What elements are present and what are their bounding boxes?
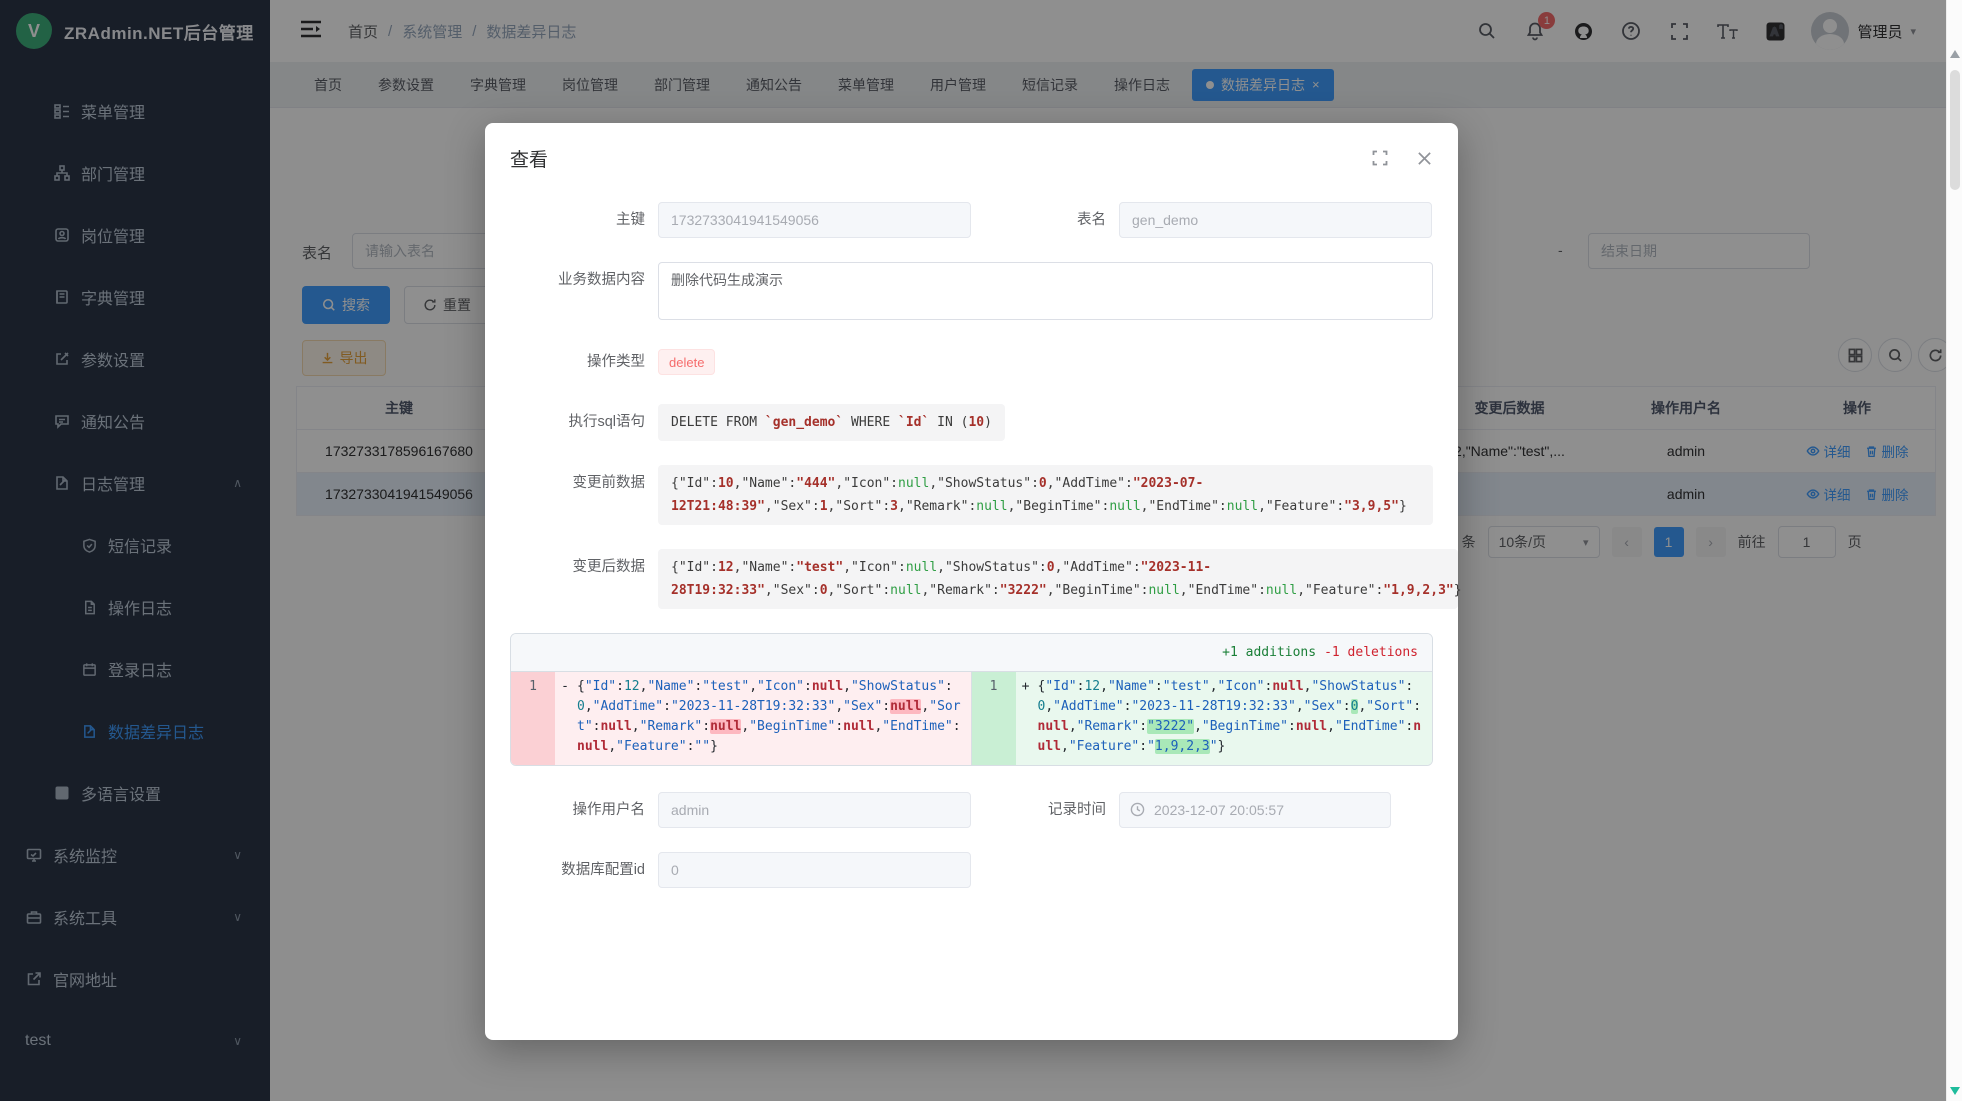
diff-line-number: 1	[511, 672, 555, 765]
sql-code-block: DELETE FROM `gen_demo` WHERE `Id` IN (10…	[658, 404, 1005, 441]
record-time-label: 记录时间	[971, 792, 1119, 828]
diff-summary: +1 additions -1 deletions	[511, 634, 1432, 672]
scroll-down-arrow-icon[interactable]	[1950, 1087, 1960, 1095]
dialog-body: 主键 表名 业务数据内容 删除代码生成演示 操作类型 delete 执行sql语…	[485, 172, 1458, 888]
diff-pane-added: 1 + {"Id":12,"Name":"test","Icon":null,"…	[972, 672, 1433, 765]
dialog-title: 查看	[510, 150, 548, 171]
db-config-input[interactable]	[658, 852, 971, 888]
view-dialog: 查看 主键 表名 业务数据内容 删除代码生成演示 操作类型 delete 执行	[485, 123, 1458, 1040]
table-name-label: 表名	[971, 202, 1119, 238]
dialog-fullscreen-icon[interactable]	[1371, 149, 1389, 167]
diff-added-code: {"Id":12,"Name":"test","Icon":null,"Show…	[1036, 672, 1433, 765]
dialog-header: 查看	[485, 123, 1458, 172]
scroll-up-arrow-icon[interactable]	[1950, 50, 1960, 58]
scrollbar[interactable]	[1946, 0, 1962, 1101]
after-data-code-block: {"Id":12,"Name":"test","Icon":null,"Show…	[658, 549, 1458, 609]
diff-viewer: +1 additions -1 deletions 1 - {"Id":12,"…	[510, 633, 1433, 766]
business-content-textarea[interactable]: 删除代码生成演示	[658, 262, 1433, 320]
diff-additions: +1 additions	[1222, 645, 1316, 660]
op-user-label: 操作用户名	[510, 792, 658, 828]
record-time-input[interactable]	[1119, 792, 1391, 828]
diff-pane-deleted: 1 - {"Id":12,"Name":"test","Icon":null,"…	[511, 672, 972, 765]
diff-deletions: -1 deletions	[1324, 645, 1418, 660]
diff-plus-sign: +	[1016, 672, 1036, 765]
diff-minus-sign: -	[555, 672, 575, 765]
content-label: 业务数据内容	[510, 262, 658, 298]
after-data-label: 变更后数据	[510, 549, 658, 585]
diff-line-number: 1	[972, 672, 1016, 765]
dialog-close-icon[interactable]	[1415, 149, 1433, 167]
db-config-label: 数据库配置id	[510, 852, 658, 888]
diff-deleted-code: {"Id":12,"Name":"test","Icon":null,"Show…	[575, 672, 971, 765]
sql-label: 执行sql语句	[510, 404, 658, 440]
op-user-input[interactable]	[658, 792, 971, 828]
pk-label: 主键	[510, 202, 658, 238]
clock-icon	[1130, 802, 1145, 820]
optype-badge: delete	[658, 349, 715, 375]
before-data-code-block: {"Id":10,"Name":"444","Icon":null,"ShowS…	[658, 465, 1433, 525]
pk-input[interactable]	[658, 202, 971, 238]
table-name-value-input[interactable]	[1119, 202, 1432, 238]
optype-label: 操作类型	[510, 344, 658, 380]
before-data-label: 变更前数据	[510, 465, 658, 501]
scrollbar-thumb[interactable]	[1950, 70, 1960, 190]
